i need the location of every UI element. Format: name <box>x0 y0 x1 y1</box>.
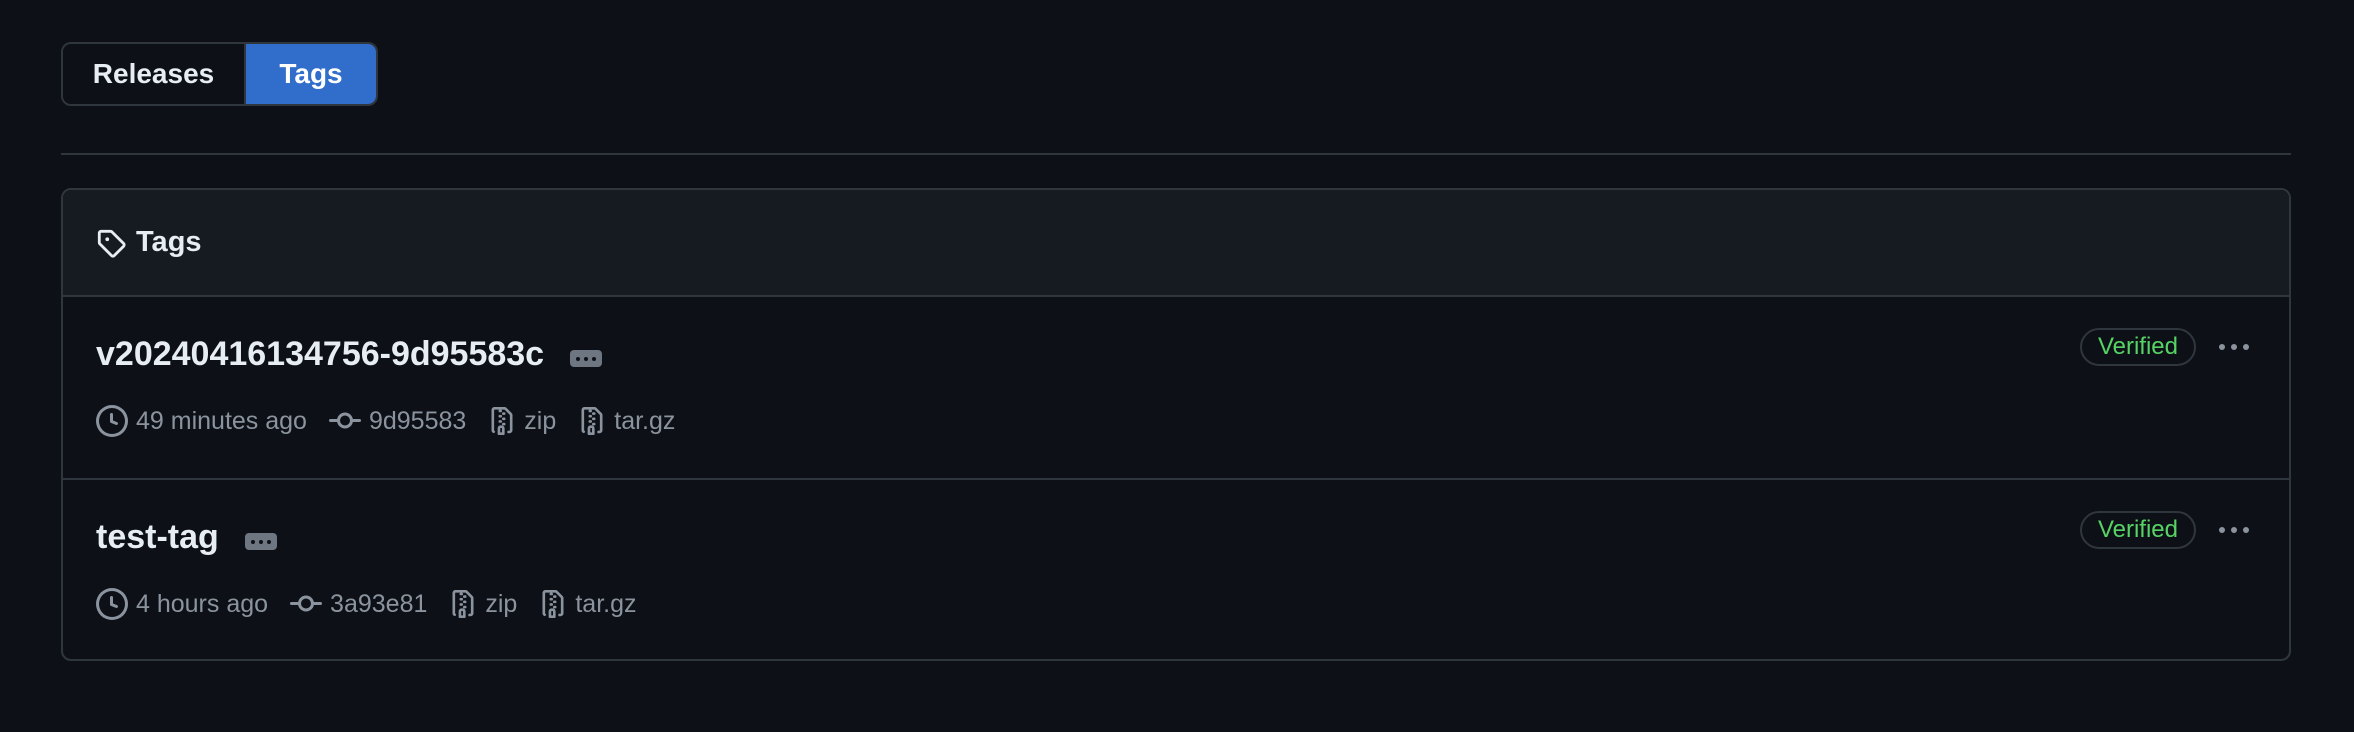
more-options-button[interactable] <box>2215 518 2253 542</box>
tags-page: Releases Tags Tags v20240416134756-9d955… <box>0 0 2354 732</box>
tags-panel-header: Tags <box>63 190 2289 297</box>
tag-time: 49 minutes ago <box>96 405 307 437</box>
zip-label: zip <box>524 406 557 435</box>
commit-sha: 9d95583 <box>368 406 467 435</box>
targz-download-link[interactable]: tar.gz <box>539 588 637 620</box>
releases-tags-toggle: Releases Tags <box>61 42 378 106</box>
tags-tab[interactable]: Tags <box>246 44 376 104</box>
tag-time-text: 49 minutes ago <box>136 406 307 435</box>
tag-name-link[interactable]: v20240416134756-9d95583c <box>96 335 544 374</box>
zip-label: zip <box>485 589 518 618</box>
tag-row: test-tag 4 hours ago 3a93e81 zip tar.gz … <box>63 478 2289 659</box>
dot-icon <box>258 539 263 544</box>
dot-icon <box>2231 344 2237 350</box>
tag-row: v20240416134756-9d95583c 49 minutes ago … <box>63 297 2289 478</box>
dot-icon <box>592 356 597 361</box>
targz-label: tar.gz <box>614 406 676 435</box>
file-zip-icon <box>491 407 513 435</box>
dot-icon <box>2243 344 2249 350</box>
tag-meta: 4 hours ago 3a93e81 zip tar.gz <box>96 588 659 620</box>
releases-tab[interactable]: Releases <box>63 44 246 104</box>
dot-icon <box>2219 527 2225 533</box>
file-zip-icon <box>581 407 603 435</box>
commit-sha: 3a93e81 <box>330 589 428 618</box>
zip-download-link[interactable]: zip <box>449 588 517 620</box>
commit-icon <box>328 412 361 429</box>
tag-time: 4 hours ago <box>96 588 268 620</box>
tag-icon <box>96 227 128 259</box>
targz-download-link[interactable]: tar.gz <box>578 405 675 437</box>
dot-icon <box>2231 527 2237 533</box>
dot-icon <box>2243 527 2249 533</box>
tag-name-line: v20240416134756-9d95583c <box>96 335 603 374</box>
dot-icon <box>266 539 271 544</box>
file-zip-icon <box>542 590 564 618</box>
expand-message-button[interactable] <box>570 350 603 367</box>
targz-label: tar.gz <box>575 589 637 618</box>
verified-badge[interactable]: Verified <box>2079 511 2196 549</box>
dot-icon <box>250 539 255 544</box>
tag-name-link[interactable]: test-tag <box>96 518 219 557</box>
tag-time-text: 4 hours ago <box>136 589 269 618</box>
section-divider <box>61 153 2291 155</box>
more-options-button[interactable] <box>2215 335 2253 359</box>
verified-badge[interactable]: Verified <box>2079 328 2196 366</box>
clock-icon <box>96 405 128 437</box>
tags-panel-title: Tags <box>136 226 202 258</box>
tags-panel: Tags v20240416134756-9d95583c 49 minutes… <box>61 188 2291 661</box>
expand-message-button[interactable] <box>244 533 277 550</box>
clock-icon <box>96 588 128 620</box>
dot-icon <box>576 356 581 361</box>
zip-download-link[interactable]: zip <box>488 405 556 437</box>
commit-link[interactable]: 3a93e81 <box>290 588 427 620</box>
tag-meta: 49 minutes ago 9d95583 zip tar.gz <box>96 405 697 437</box>
file-zip-icon <box>452 590 474 618</box>
commit-link[interactable]: 9d95583 <box>328 405 467 437</box>
dot-icon <box>2219 344 2225 350</box>
dot-icon <box>584 356 589 361</box>
tag-name-line: test-tag <box>96 518 277 557</box>
commit-icon <box>290 595 323 612</box>
